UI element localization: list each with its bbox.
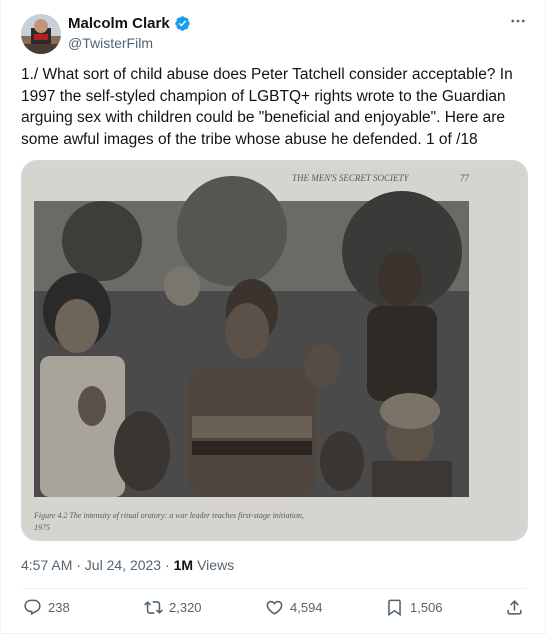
reply-count: 238 bbox=[48, 600, 70, 615]
author-handle[interactable]: @TwisterFilm bbox=[68, 35, 153, 51]
retweet-button[interactable]: 2,320 bbox=[144, 598, 202, 617]
bookmark-button[interactable]: 1,506 bbox=[385, 598, 443, 617]
author-name-row[interactable]: Malcolm Clark bbox=[68, 15, 191, 32]
share-icon bbox=[507, 600, 522, 615]
avatar[interactable] bbox=[21, 14, 61, 54]
reply-button[interactable]: 238 bbox=[23, 598, 70, 617]
views-count: 1M bbox=[173, 557, 194, 573]
scanned-book-page: THE MEN'S SECRET SOCIETY 77 Figure 4.2 T… bbox=[22, 161, 527, 540]
views-label: Views bbox=[197, 557, 235, 573]
tweet-timestamp[interactable]: 4:57 AM · Jul 24, 2023 · bbox=[21, 557, 170, 573]
avatar-image bbox=[21, 14, 61, 54]
book-page-number: 77 bbox=[460, 173, 470, 183]
tweet-media-image[interactable]: THE MEN'S SECRET SOCIETY 77 Figure 4.2 T… bbox=[21, 160, 528, 541]
action-bar: 238 2,320 4,594 1,506 bbox=[1, 598, 547, 622]
divider bbox=[21, 588, 527, 589]
tweet-card: Malcolm Clark @TwisterFilm 1./ What sort… bbox=[0, 0, 546, 634]
book-page-header: THE MEN'S SECRET SOCIETY bbox=[292, 173, 410, 183]
retweet-icon bbox=[144, 601, 163, 614]
more-options-icon[interactable] bbox=[509, 12, 527, 35]
figure-caption-line2: 1975 bbox=[34, 523, 50, 532]
reply-icon bbox=[24, 599, 41, 616]
tweet-text: 1./ What sort of child abuse does Peter … bbox=[21, 66, 513, 148]
bookmark-count: 1,506 bbox=[410, 600, 443, 615]
like-button[interactable]: 4,594 bbox=[265, 598, 323, 617]
like-count: 4,594 bbox=[290, 600, 323, 615]
figure-caption-line1: Figure 4.2 The intensity of ritual orato… bbox=[33, 511, 304, 520]
bookmark-icon bbox=[388, 599, 401, 617]
share-button[interactable] bbox=[505, 598, 524, 617]
verified-badge-icon bbox=[174, 16, 190, 31]
author-display-name[interactable]: Malcolm Clark bbox=[68, 15, 170, 32]
tweet-meta: 4:57 AM · Jul 24, 2023 · 1M Views bbox=[21, 557, 234, 573]
heart-icon bbox=[266, 600, 283, 615]
retweet-count: 2,320 bbox=[169, 600, 202, 615]
